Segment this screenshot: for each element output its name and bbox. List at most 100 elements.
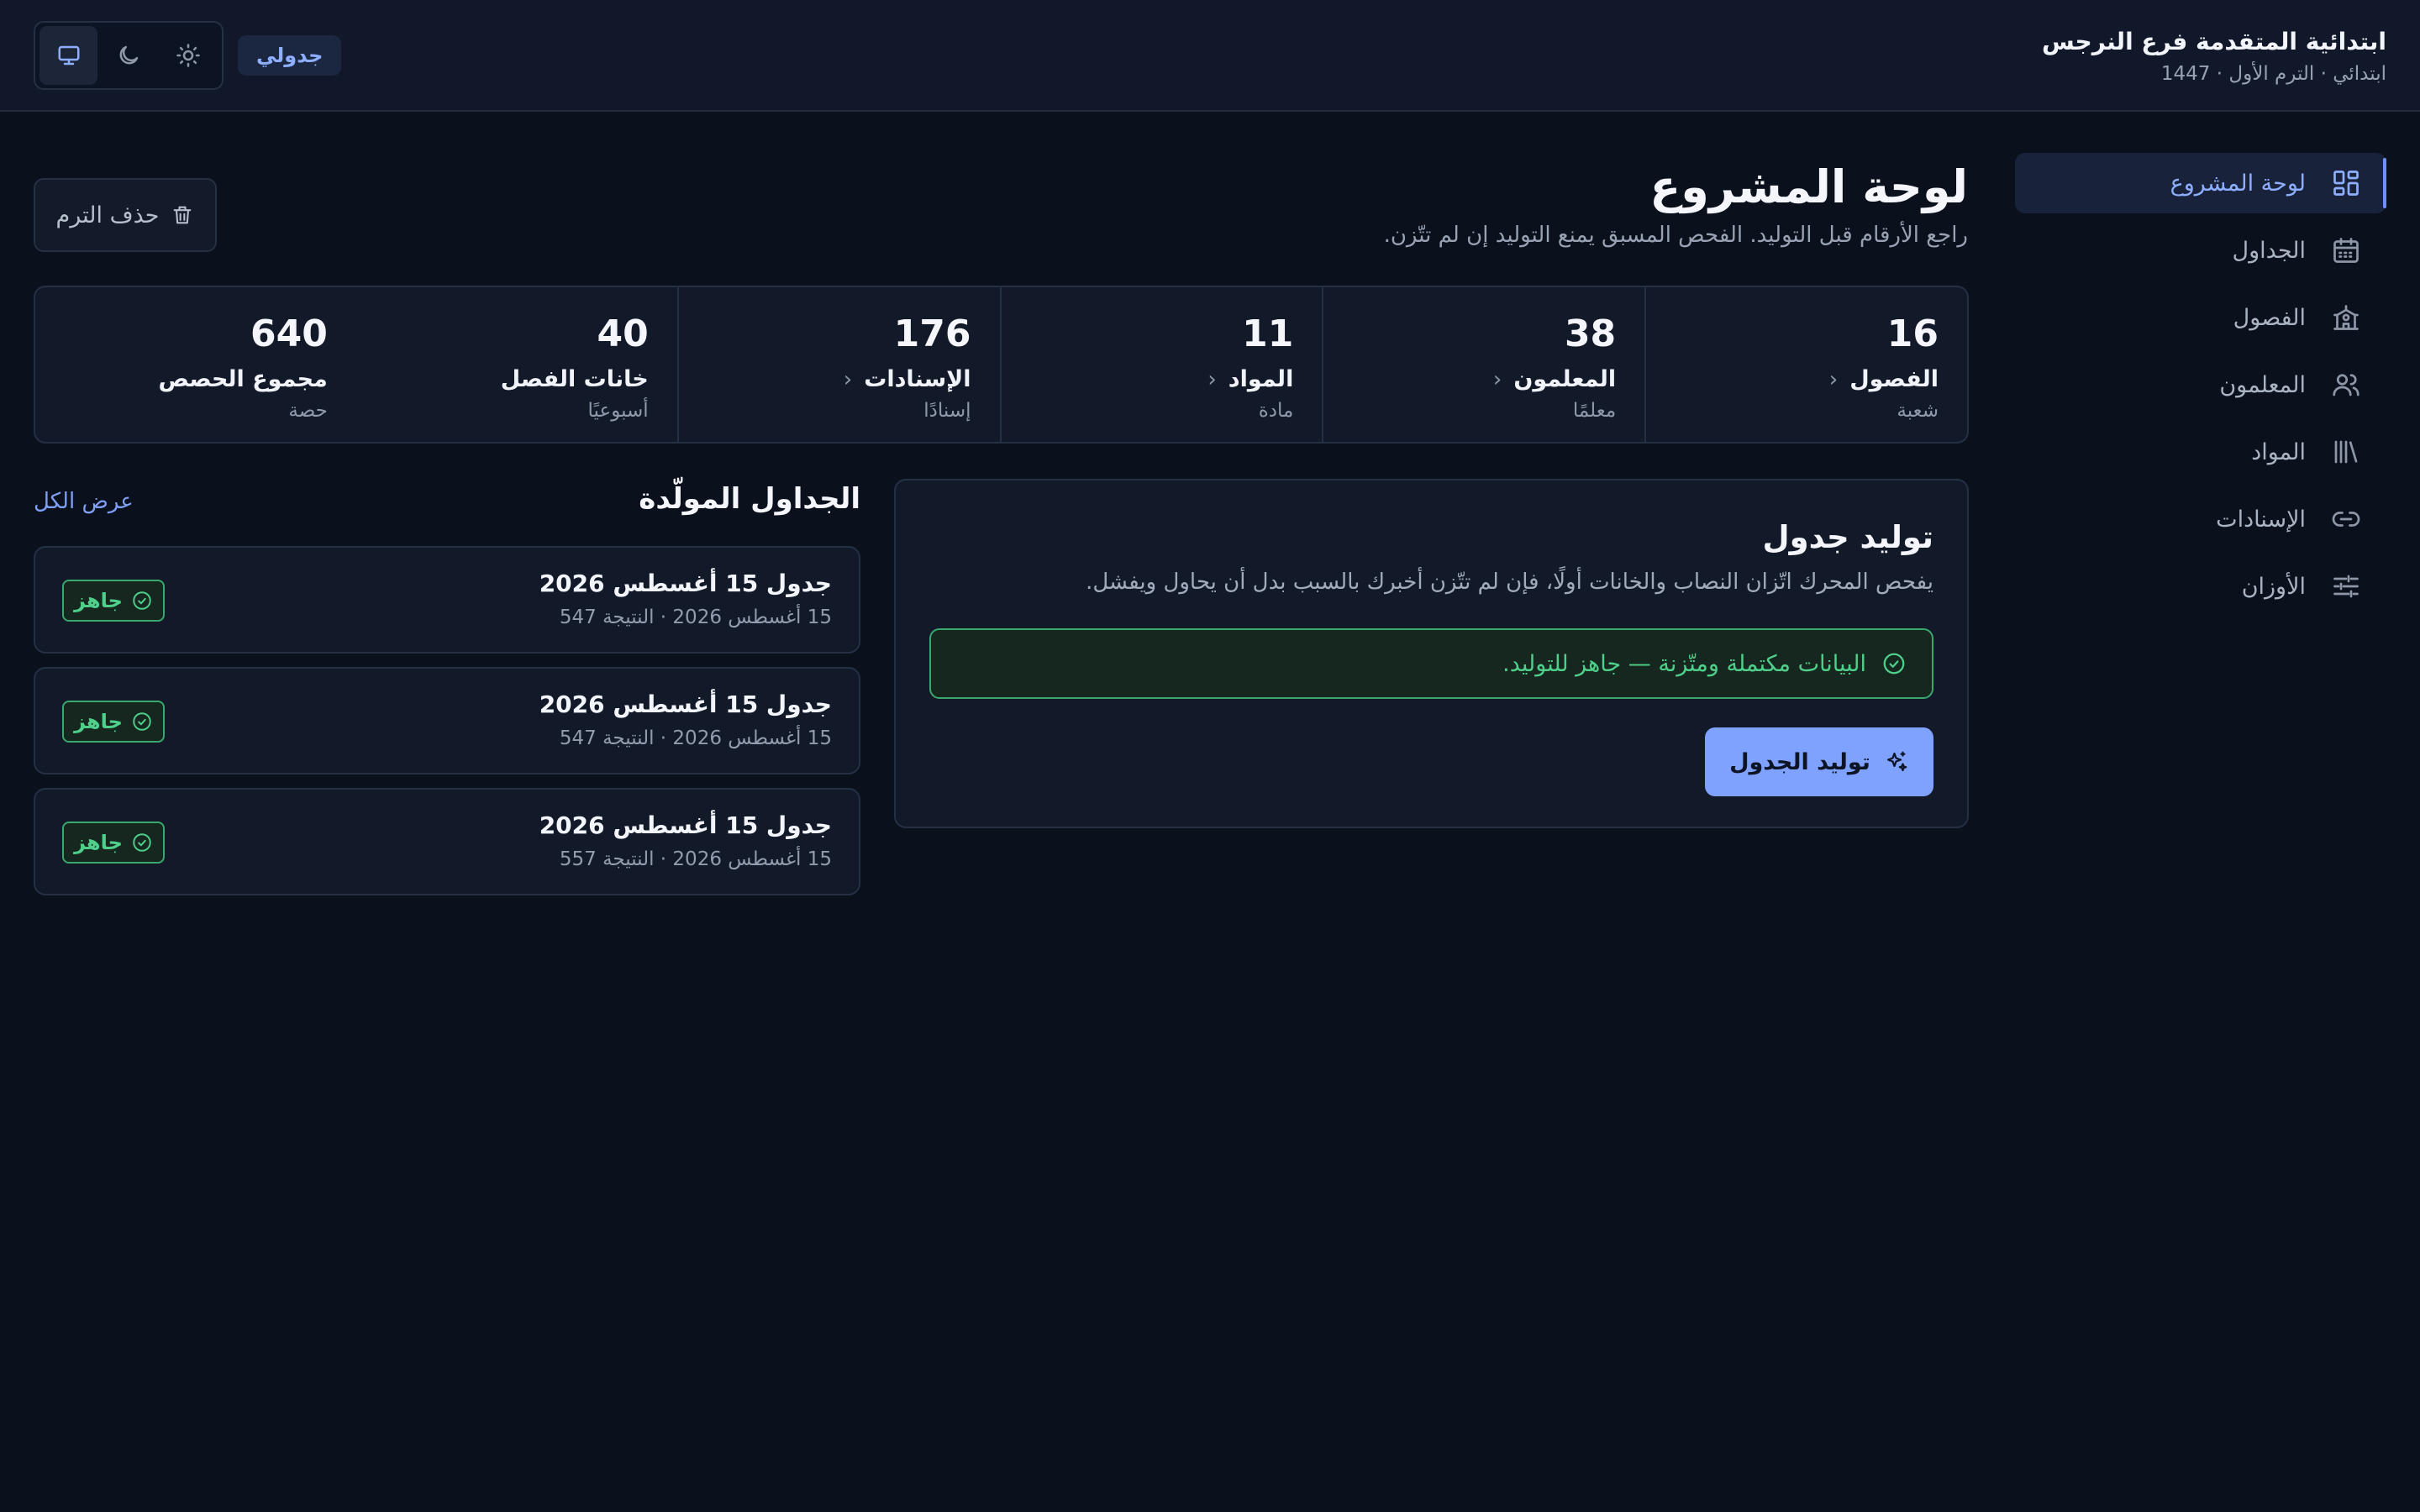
sidebar-item-dashboard[interactable]: لوحة المشروع <box>2015 153 2386 213</box>
sidebar-item-label: لوحة المشروع <box>2170 170 2306 197</box>
stat-value: 640 <box>250 312 328 355</box>
school-info: ابتدائية المتقدمة فرع النرجس ابتدائي · ا… <box>2042 25 2386 89</box>
delete-term-label: حذف الترم <box>55 202 160 228</box>
page-header: لوحة المشروع راجع الأرقام قبل التوليد. ا… <box>1384 158 1968 252</box>
sidebar-item-weights[interactable]: الأوزان <box>2015 556 2386 617</box>
schedules-header: الجداول المولّدة عرض الكل <box>34 482 860 526</box>
schedule-meta: 15 أغسطس 2026 · النتيجة 547 <box>559 606 832 628</box>
delete-term-button[interactable]: حذف الترم <box>34 178 217 252</box>
sidebar-item-label: المواد <box>2251 438 2306 465</box>
schedule-card[interactable]: جدول 15 أغسطس 2026 15 أغسطس 2026 · النتي… <box>34 667 860 774</box>
stat-value: 38 <box>1564 312 1617 355</box>
sparkles-icon <box>1884 749 1909 774</box>
theme-switcher <box>34 21 224 90</box>
schedule-title: جدول 15 أغسطس 2026 <box>539 690 832 718</box>
school-term: ابتدائي · الترم الأول · 1447 <box>2160 63 2386 85</box>
stat-unit: معلمًا <box>1572 400 1617 422</box>
schedule-card[interactable]: جدول 15 أغسطس 2026 15 أغسطس 2026 · النتي… <box>34 546 860 654</box>
check-circle-icon <box>1881 651 1907 676</box>
school-name: ابتدائية المتقدمة فرع النرجس <box>2041 28 2386 55</box>
stat-teachers[interactable]: 38 المعلمون ‹ معلمًا <box>1322 287 1644 442</box>
sidebar-item-assignments[interactable]: الإسنادات <box>2015 489 2386 549</box>
light-theme-button[interactable] <box>160 26 218 85</box>
stat-value: 11 <box>1242 312 1294 355</box>
stat-subjects[interactable]: 11 المواد ‹ مادة <box>999 287 1323 442</box>
generate-card: توليد جدول يفحص المحرك اتّزان النصاب وال… <box>894 479 1969 828</box>
sliders-icon <box>2329 570 2363 603</box>
stat-label-text: المواد <box>1228 366 1294 392</box>
sidebar-nav: لوحة المشروع الجداول الفصول المعلمون الم… <box>2015 153 2386 623</box>
page-title: لوحة المشروع <box>1649 160 1968 213</box>
status-badge: جاهز <box>62 822 165 864</box>
stats-panel: 16 الفصول ‹ شعبة 38 المعلمون ‹ معلمًا 11… <box>34 286 1969 444</box>
monitor-icon <box>56 43 82 68</box>
link-icon <box>2329 502 2363 536</box>
dashboard-icon <box>2329 166 2363 200</box>
stat-label: المواد ‹ <box>1030 363 1294 396</box>
schedule-title: جدول 15 أغسطس 2026 <box>539 570 832 597</box>
school-icon <box>2329 301 2363 334</box>
ready-message: البيانات مكتملة ومتّزنة — جاهز للتوليد. <box>1502 650 1866 677</box>
stat-unit: حصة <box>288 400 328 422</box>
sidebar-item-label: المعلمون <box>2219 371 2306 398</box>
stat-unit: أسبوعيًا <box>587 400 649 422</box>
status-label: جاهز <box>74 710 123 733</box>
status-badge: جاهز <box>62 580 165 622</box>
sidebar-item-schedules[interactable]: الجداول <box>2015 220 2386 281</box>
stat-label-text: الفصول <box>1849 366 1939 392</box>
sidebar-item-label: الأوزان <box>2241 573 2306 600</box>
generate-button-label: توليد الجدول <box>1729 748 1870 775</box>
chevron-left-icon: ‹ <box>843 367 853 392</box>
calendar-icon <box>2329 234 2363 267</box>
check-circle-icon <box>131 711 153 732</box>
status-badge: جاهز <box>62 701 165 743</box>
stat-label-text: المعلمون <box>1513 366 1617 392</box>
top-bar: ابتدائية المتقدمة فرع النرجس ابتدائي · ا… <box>0 0 2420 112</box>
schedule-card[interactable]: جدول 15 أغسطس 2026 15 أغسطس 2026 · النتي… <box>34 788 860 895</box>
moon-icon <box>116 43 141 68</box>
chevron-left-icon: ‹ <box>1492 367 1502 392</box>
sidebar-item-classes[interactable]: الفصول <box>2015 287 2386 348</box>
generate-description: يفحص المحرك اتّزان النصاب والخانات أولًا… <box>1086 570 1933 595</box>
page-subtitle: راجع الأرقام قبل التوليد. الفحص المسبق ي… <box>1383 223 1968 248</box>
stat-total-periods: 640 مجموع الحصص حصة <box>35 287 356 442</box>
chevron-left-icon: ‹ <box>1207 367 1217 392</box>
stat-label-text: مجموع الحصص <box>158 366 328 392</box>
generate-title: توليد جدول <box>1762 519 1933 555</box>
stat-label: الفصول ‹ <box>1675 363 1939 396</box>
stat-unit: إسنادًا <box>923 400 971 422</box>
stat-classes[interactable]: 16 الفصول ‹ شعبة <box>1644 287 1967 442</box>
stat-label: خانات الفصل <box>385 363 649 396</box>
sidebar-item-label: الفصول <box>2233 304 2306 331</box>
sidebar-item-subjects[interactable]: المواد <box>2015 422 2386 482</box>
users-icon <box>2329 368 2363 402</box>
stat-label: الإسنادات ‹ <box>708 363 971 396</box>
app-badge[interactable]: جدولي <box>238 35 342 76</box>
chevron-left-icon: ‹ <box>1828 367 1839 392</box>
sidebar-item-teachers[interactable]: المعلمون <box>2015 354 2386 415</box>
generate-schedule-button[interactable]: توليد الجدول <box>1705 727 1933 796</box>
books-icon <box>2329 435 2363 469</box>
stat-unit: شعبة <box>1897 400 1939 422</box>
status-label: جاهز <box>74 831 123 854</box>
stat-label: مجموع الحصص <box>64 363 328 396</box>
system-theme-button[interactable] <box>39 26 98 85</box>
check-circle-icon <box>131 832 153 853</box>
ready-alert: البيانات مكتملة ومتّزنة — جاهز للتوليد. <box>929 628 1933 699</box>
status-label: جاهز <box>74 589 123 612</box>
stat-label: المعلمون ‹ <box>1352 363 1616 396</box>
view-all-link[interactable]: عرض الكل <box>34 489 134 514</box>
sidebar-item-label: الإسنادات <box>2216 506 2306 533</box>
dark-theme-button[interactable] <box>99 26 157 85</box>
sun-icon <box>176 43 201 68</box>
stat-value: 16 <box>1886 312 1939 355</box>
schedule-meta: 15 أغسطس 2026 · النتيجة 557 <box>559 848 832 870</box>
stat-value: 176 <box>893 312 971 355</box>
stat-assignments[interactable]: 176 الإسنادات ‹ إسنادًا <box>676 287 1000 442</box>
stat-unit: مادة <box>1258 400 1294 422</box>
sidebar-item-label: الجداول <box>2232 237 2307 264</box>
stat-label-text: خانات الفصل <box>500 366 649 392</box>
trash-icon <box>171 203 194 227</box>
schedule-meta: 15 أغسطس 2026 · النتيجة 547 <box>559 727 832 749</box>
schedules-title: الجداول المولّدة <box>639 482 860 516</box>
